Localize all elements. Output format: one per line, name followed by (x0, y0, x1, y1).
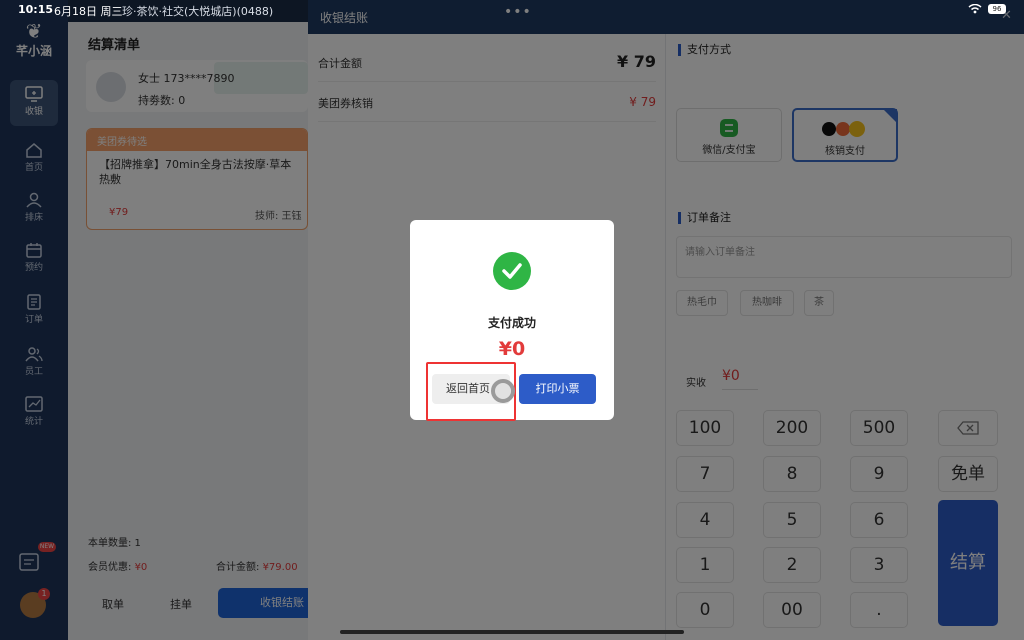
touch-indicator (491, 379, 515, 403)
status-date: 6月18日 周三 (54, 5, 123, 18)
success-check-icon (493, 252, 531, 290)
print-receipt-button[interactable]: 打印小票 (519, 374, 596, 404)
status-time: 10:15 (18, 3, 54, 16)
status-bar: 10:15 6月18日 周三 珍·茶饮·社交(大悦城店)(0488) 96 (0, 0, 1024, 22)
success-message: 支付成功 (487, 316, 536, 330)
battery-icon: 96 (988, 4, 1006, 14)
success-amount: ¥0 (498, 338, 526, 360)
store-name: 珍·茶饮·社交(大悦城店)(0488) (122, 5, 274, 18)
wifi-icon (968, 3, 982, 17)
home-indicator[interactable] (340, 630, 684, 634)
